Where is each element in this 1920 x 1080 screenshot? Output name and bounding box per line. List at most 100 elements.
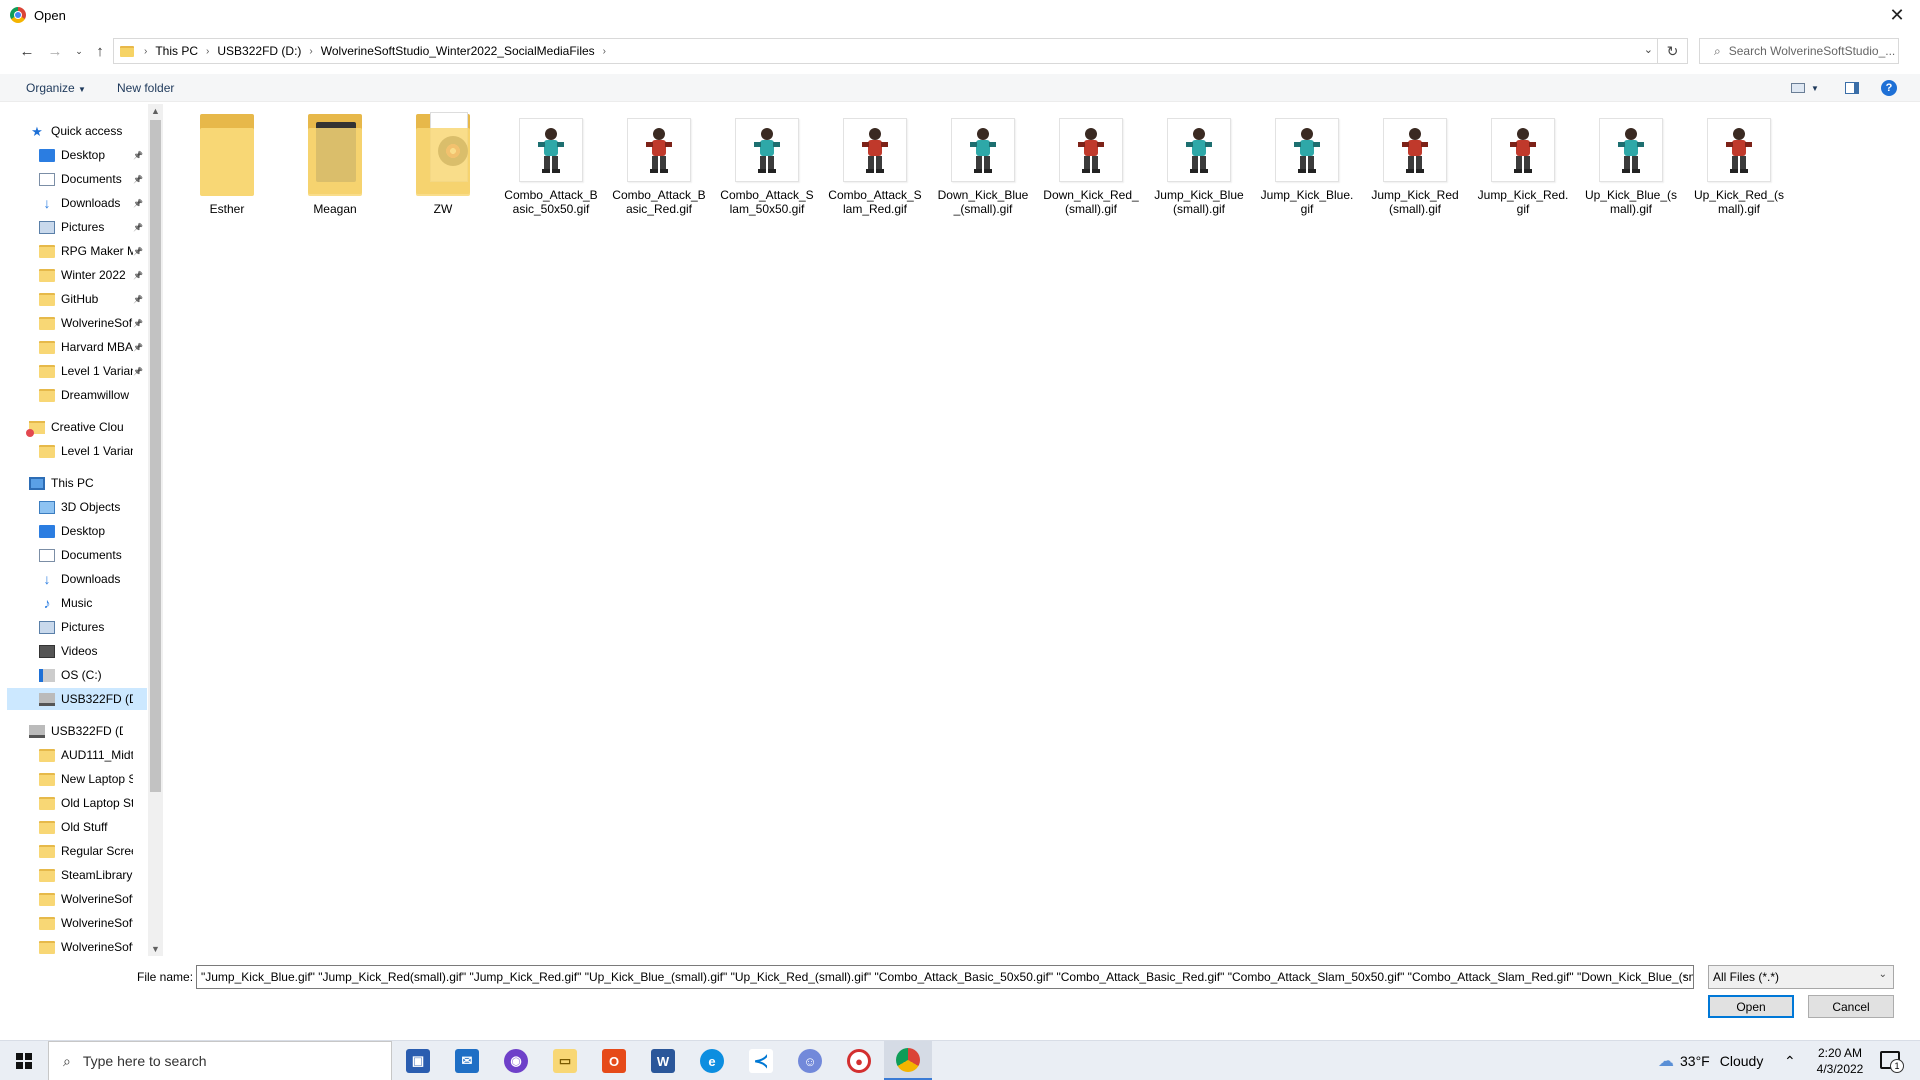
taskbar-search-input[interactable]: ⌕ Type here to search — [48, 1041, 392, 1080]
nav-item-pc-4[interactable]: ♪ Music — [7, 592, 147, 614]
file-item[interactable]: Combo_Attack_Slam_50x50.gif — [717, 112, 817, 216]
taskbar-store-app[interactable]: ▣ — [394, 1041, 442, 1080]
show-hidden-icons-icon[interactable]: ⌃ — [1784, 1041, 1796, 1080]
file-name-input[interactable]: "Jump_Kick_Blue.gif" "Jump_Kick_Red(smal… — [196, 965, 1694, 989]
taskbar-mail-app[interactable]: ✉ — [443, 1041, 491, 1080]
file-item[interactable]: Combo_Attack_Slam_Red.gif — [825, 112, 925, 216]
nav-item-quick-6[interactable]: GitHub 📌 — [7, 288, 147, 310]
taskbar-app-red[interactable]: ● — [835, 1041, 883, 1080]
file-type-select[interactable]: All Files (*.*) ⌄ — [1708, 965, 1894, 989]
change-view-icon[interactable]: ▼ — [1790, 78, 1820, 98]
nav-item-cc-0[interactable]: Level 1 Variant 2 — [7, 440, 147, 462]
nav-item-usb-8[interactable]: WolverineSoft St — [7, 936, 147, 956]
file-item[interactable]: Down_Kick_Blue_(small).gif — [933, 112, 1033, 216]
folder-item[interactable]: Meagan — [285, 112, 385, 216]
nav-item-quick-10[interactable]: Dreamwillow Ga — [7, 384, 147, 406]
weather-widget[interactable]: ☁ 33°F Cloudy — [1658, 1041, 1763, 1080]
nav-item-pc-8[interactable]: USB322FD (D:) — [7, 688, 147, 710]
taskbar-github-app[interactable]: ◉ — [492, 1041, 540, 1080]
refresh-icon[interactable]: ↻ — [1657, 39, 1687, 63]
navigation-scrollbar[interactable]: ▲ ▼ — [148, 104, 163, 956]
gif-thumbnail — [1167, 118, 1231, 182]
taskbar-explorer-app[interactable]: ▭ — [541, 1041, 589, 1080]
recent-locations-chevron-icon[interactable]: ⌄ — [68, 40, 90, 62]
nav-item-usb-4[interactable]: Regular Screensh — [7, 840, 147, 862]
help-button[interactable]: ? — [1879, 78, 1899, 98]
nav-item-quick-2[interactable]: ↓ Downloads 📌 — [7, 192, 147, 214]
breadcrumb-this-pc[interactable]: This PC — [155, 44, 198, 58]
nav-item-usb-root[interactable]: USB322FD (D:) — [7, 720, 147, 742]
file-item[interactable]: Jump_Kick_Red.gif — [1473, 112, 1573, 216]
nav-item-usb-7[interactable]: WolverineSoft 5 — [7, 912, 147, 934]
nav-item-usb-6[interactable]: WolverineSoft (3 — [7, 888, 147, 910]
chevron-right-icon[interactable]: › — [144, 46, 147, 57]
organize-button[interactable]: Organize ▼ — [26, 81, 86, 95]
nav-item-pc-3[interactable]: ↓ Downloads — [7, 568, 147, 590]
nav-item-pc-5[interactable]: Pictures — [7, 616, 147, 638]
preview-pane-icon[interactable] — [1842, 78, 1862, 98]
file-item[interactable]: Jump_Kick_Red(small).gif — [1365, 112, 1465, 216]
taskbar-discord-app[interactable]: ☺ — [786, 1041, 834, 1080]
scroll-down-icon[interactable]: ▼ — [148, 944, 163, 954]
nav-item-pc-6[interactable]: Videos — [7, 640, 147, 662]
taskbar-word-app[interactable]: W — [639, 1041, 687, 1080]
nav-item-usb-0[interactable]: AUD111_Midterr — [7, 744, 147, 766]
search-input[interactable]: ⌕ Search WolverineSoftStudio_... — [1699, 38, 1899, 64]
file-item[interactable]: Up_Kick_Blue_(small).gif — [1581, 112, 1681, 216]
scrollbar-thumb[interactable] — [150, 120, 161, 792]
file-item[interactable]: Down_Kick_Red_(small).gif — [1041, 112, 1141, 216]
taskbar-edge-app[interactable]: e — [688, 1041, 736, 1080]
pin-icon: 📌 — [133, 150, 143, 160]
nav-item-quick-1[interactable]: Documents 📌 — [7, 168, 147, 190]
nav-item-quick-4[interactable]: RPG Maker M 📌 — [7, 240, 147, 262]
nav-item-pc-1[interactable]: Desktop — [7, 520, 147, 542]
file-item[interactable]: Jump_Kick_Blue.gif — [1257, 112, 1357, 216]
nav-item-quick-access[interactable]: ★ Quick access — [7, 120, 147, 142]
pictures-icon — [39, 620, 55, 634]
forward-arrow-icon[interactable]: → — [44, 40, 66, 62]
new-folder-button[interactable]: New folder — [117, 81, 174, 95]
nav-item-usb-5[interactable]: SteamLibrary(E) — [7, 864, 147, 886]
nav-item-pc-0[interactable]: 3D Objects — [7, 496, 147, 518]
folder-item[interactable]: Esther — [177, 112, 277, 216]
breadcrumb-current-folder[interactable]: WolverineSoftStudio_Winter2022_SocialMed… — [321, 44, 595, 58]
taskbar-vscode-app[interactable]: ≺ — [737, 1041, 785, 1080]
file-item[interactable]: Combo_Attack_Basic_50x50.gif — [501, 112, 601, 216]
chevron-down-icon[interactable]: ⌄ — [1681, 969, 1689, 980]
notification-icon[interactable]: 1 — [1880, 1051, 1904, 1073]
nav-item-quick-5[interactable]: Winter 2022 📌 — [7, 264, 147, 286]
nav-item-pc-7[interactable]: OS (C:) — [7, 664, 147, 686]
taskbar-clock[interactable]: 2:20 AM 4/3/2022 — [1800, 1045, 1880, 1077]
nav-item-quick-9[interactable]: Level 1 Varian 📌 — [7, 360, 147, 382]
file-item[interactable]: Up_Kick_Red_(small).gif — [1689, 112, 1789, 216]
chevron-right-icon[interactable]: › — [309, 46, 312, 57]
nav-item-quick-3[interactable]: Pictures 📌 — [7, 216, 147, 238]
nav-item-usb-3[interactable]: Old Stuff — [7, 816, 147, 838]
nav-item-quick-7[interactable]: WolverineSof 📌 — [7, 312, 147, 334]
folder-item[interactable]: ZW — [393, 112, 493, 216]
nav-item-this-pc[interactable]: This PC — [7, 472, 147, 494]
address-history-chevron-icon[interactable]: ⌄ — [1644, 43, 1653, 56]
open-button[interactable]: Open — [1708, 995, 1794, 1018]
taskbar-office-app[interactable]: O — [590, 1041, 638, 1080]
nav-item-quick-8[interactable]: Harvard MBA 📌 — [7, 336, 147, 358]
file-item[interactable]: Combo_Attack_Basic_Red.gif — [609, 112, 709, 216]
back-arrow-icon[interactable]: ← — [16, 40, 38, 62]
close-icon[interactable]: ✕ — [1874, 0, 1920, 30]
cancel-button[interactable]: Cancel — [1808, 995, 1894, 1018]
nav-item-creative-cloud[interactable]: Creative Cloud Fil — [7, 416, 147, 438]
file-item[interactable]: Jump_Kick_Blue(small).gif — [1149, 112, 1249, 216]
chevron-right-icon[interactable]: › — [206, 46, 209, 57]
nav-item-usb-2[interactable]: Old Laptop Stuff — [7, 792, 147, 814]
taskbar-chrome-app[interactable] — [884, 1041, 932, 1080]
nav-item-usb-1[interactable]: New Laptop Stuf — [7, 768, 147, 790]
scroll-up-icon[interactable]: ▲ — [148, 106, 163, 116]
address-bar[interactable]: › This PC › USB322FD (D:) › WolverineSof… — [113, 38, 1688, 64]
up-arrow-icon[interactable]: ↑ — [89, 40, 111, 62]
nav-item-pc-2[interactable]: Documents — [7, 544, 147, 566]
breadcrumb-usb-drive[interactable]: USB322FD (D:) — [217, 44, 301, 58]
start-button[interactable] — [0, 1041, 48, 1080]
nav-item-quick-0[interactable]: Desktop 📌 — [7, 144, 147, 166]
usb-drive-icon — [29, 724, 45, 738]
chevron-right-icon[interactable]: › — [603, 46, 606, 57]
